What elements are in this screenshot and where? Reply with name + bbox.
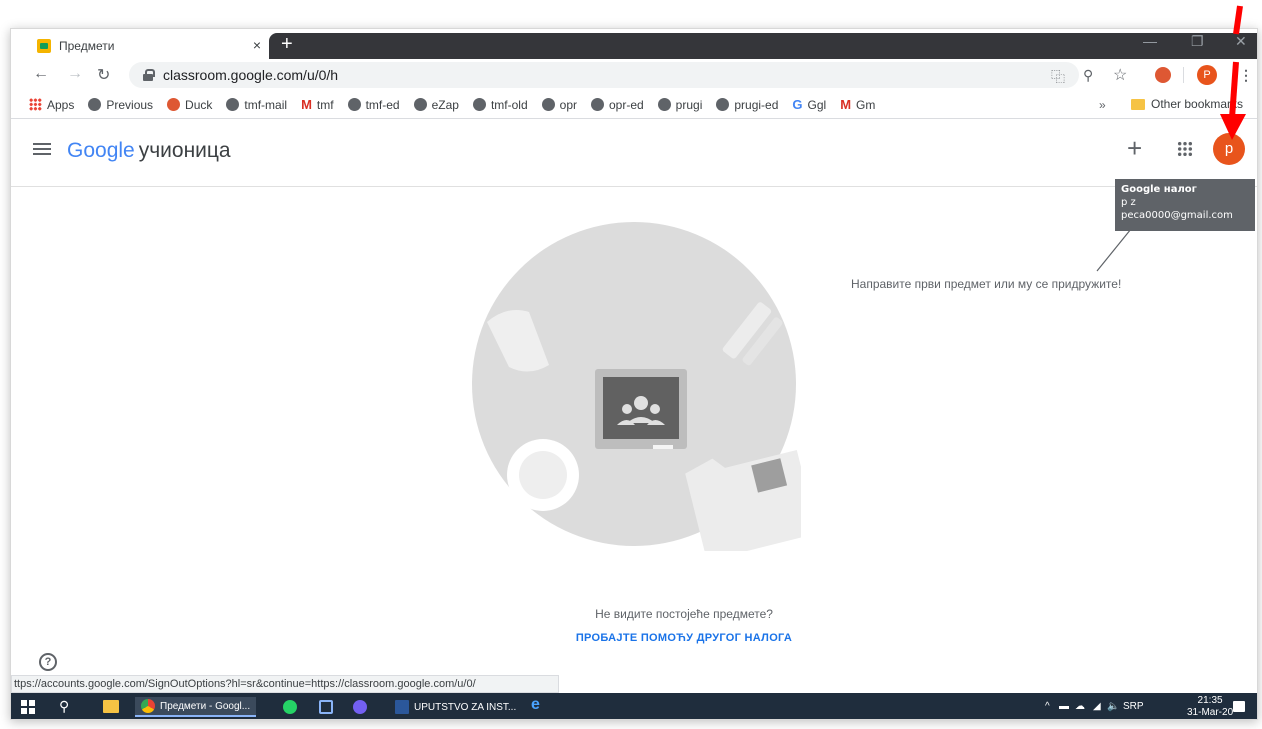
google-wordmark: Google (67, 139, 135, 162)
whatsapp-icon[interactable] (283, 700, 297, 714)
windows-taskbar: ⚲ Предмети - Googl... UPUTSTVO ZA INST..… (11, 693, 1257, 719)
globe-icon (413, 98, 427, 111)
try-another-account-link[interactable]: ПРОБАЈТЕ ПОМОЋУ ДРУГОГ НАЛОГА (11, 632, 1257, 644)
google-apps-icon[interactable] (1177, 141, 1193, 157)
notification-center-icon[interactable] (1233, 701, 1245, 712)
product-name: учионица (138, 139, 231, 162)
address-bar[interactable]: classroom.google.com/u/0/h (129, 62, 1079, 88)
no-classes-text: Не видите постојеће предмете? (595, 607, 773, 621)
language-indicator[interactable]: SRP (1123, 701, 1144, 712)
bookmark-previous[interactable]: Previous (88, 98, 153, 112)
bookmark-tmf-old[interactable]: tmf-old (472, 98, 528, 112)
network-icon[interactable]: ◢ (1093, 701, 1101, 712)
bookmarks-bar: Apps Previous Duck tmf-mail Mtmf tmf-ed … (11, 91, 1257, 119)
reload-icon[interactable]: ↻ (97, 65, 110, 85)
other-bookmarks-folder[interactable]: Other bookmarks (1131, 97, 1243, 111)
taskbar-word-window[interactable]: UPUTSTVO ZA INST... (395, 697, 516, 717)
lock-icon (143, 69, 155, 81)
tooltip-title: Google налог (1121, 184, 1197, 195)
globe-icon (347, 98, 361, 111)
bookmark-ggl[interactable]: G Ggl (792, 98, 826, 112)
window-close-icon[interactable]: ✕ (1235, 33, 1247, 50)
tooltip-name: p z (1121, 197, 1136, 208)
apps-grid-icon (29, 98, 42, 111)
new-tab-button[interactable]: + (281, 31, 293, 57)
tooltip-email: peca0000@gmail.com (1121, 210, 1233, 221)
bookmark-apps[interactable]: Apps (29, 98, 74, 112)
duckduckgo-icon (167, 98, 181, 111)
google-g-icon: G (792, 97, 803, 112)
back-icon[interactable]: ← (33, 65, 49, 83)
bookmark-duck[interactable]: Duck (167, 98, 212, 112)
bookmark-opr[interactable]: opr (541, 98, 577, 112)
bookmark-gm[interactable]: M Gm (840, 98, 875, 112)
zoom-icon[interactable]: ⚲ (1083, 67, 1093, 84)
bookmark-prugi-ed[interactable]: prugi-ed (716, 98, 778, 112)
tab-title: Предмети (59, 39, 115, 53)
bookmark-tmf-mail[interactable]: tmf-mail (226, 98, 287, 112)
word-icon (395, 700, 409, 714)
account-tooltip: Google налог p z peca0000@gmail.com (1115, 179, 1255, 231)
tab-strip: Предмети × + — ❐ ✕ (11, 29, 1257, 59)
tab-strip-background (269, 33, 1257, 59)
classroom-logo[interactable]: Google учионица (67, 139, 231, 163)
chrome-icon (141, 699, 155, 713)
bookmark-tmf[interactable]: Mtmf (301, 98, 334, 112)
bookmark-opr-ed[interactable]: opr-ed (590, 98, 644, 112)
hamburger-menu-icon[interactable] (33, 143, 51, 155)
tray-battery-icon[interactable]: ▬ (1059, 701, 1069, 712)
empty-classroom-illustration (472, 222, 801, 551)
folder-icon (1131, 98, 1145, 110)
help-icon[interactable]: ? (39, 653, 57, 671)
create-join-class-button[interactable]: + (1127, 133, 1142, 164)
gmail-icon: M (840, 97, 852, 112)
bookmarks-overflow-button[interactable]: » (1099, 98, 1106, 112)
link-status-bar: ttps://accounts.google.com/SignOutOption… (11, 675, 559, 693)
bookmark-tmf-ed[interactable]: tmf-ed (347, 98, 400, 112)
windows-start-icon[interactable] (21, 700, 35, 714)
viber-icon[interactable] (353, 700, 367, 714)
tray-chevron-icon[interactable]: ^ (1045, 701, 1050, 712)
browser-toolbar: ← → ↻ classroom.google.com/u/0/h ⿻ ⚲ ☆ P… (11, 59, 1257, 91)
bookmark-ezap[interactable]: eZap (413, 98, 459, 112)
bookmark-star-icon[interactable]: ☆ (1113, 65, 1127, 85)
globe-icon (472, 98, 486, 111)
globe-icon (88, 98, 102, 111)
onedrive-icon[interactable]: ☁ (1075, 701, 1085, 712)
account-avatar[interactable]: p (1213, 133, 1245, 165)
duckduckgo-extension-icon[interactable] (1155, 67, 1171, 83)
globe-icon (226, 98, 240, 111)
search-icon[interactable]: ⚲ (59, 698, 69, 715)
minimize-icon[interactable]: — (1143, 33, 1157, 49)
globe-icon (716, 98, 730, 111)
empty-state-hint: Направите први предмет или му се придруж… (851, 277, 1122, 291)
toolbar-divider (1183, 67, 1184, 83)
restore-icon[interactable]: ❐ (1191, 33, 1204, 50)
calculator-icon[interactable] (319, 700, 333, 714)
browser-tab[interactable]: Предмети × (27, 33, 269, 59)
classroom-header: Google учионица + p (11, 119, 1257, 187)
tab-close-icon[interactable]: × (253, 37, 261, 53)
globe-icon (541, 98, 555, 111)
forward-icon[interactable]: → (67, 65, 83, 83)
url-text: classroom.google.com/u/0/h (163, 67, 339, 83)
taskbar-clock[interactable]: 21:35 31-Mar-20 (1187, 695, 1233, 719)
profile-avatar-small[interactable]: P (1197, 65, 1217, 85)
bookmark-prugi[interactable]: prugi (657, 98, 702, 112)
gmail-icon: M (301, 97, 312, 112)
file-explorer-icon[interactable] (103, 700, 119, 713)
volume-icon[interactable]: 🔈 (1107, 701, 1119, 712)
browser-window: Предмети × + — ❐ ✕ ← → ↻ classroom.googl… (10, 28, 1258, 720)
menu-kebab-icon[interactable]: ⋮ (1239, 67, 1253, 84)
translate-icon[interactable]: ⿻ (1051, 67, 1065, 87)
edge-icon[interactable]: e (531, 696, 540, 714)
coffee-cup-icon (507, 439, 579, 511)
globe-icon (590, 98, 604, 111)
classroom-favicon-icon (37, 39, 51, 53)
classroom-board-icon (595, 369, 687, 449)
globe-icon (657, 98, 671, 111)
taskbar-chrome-window[interactable]: Предмети - Googl... (135, 697, 257, 717)
